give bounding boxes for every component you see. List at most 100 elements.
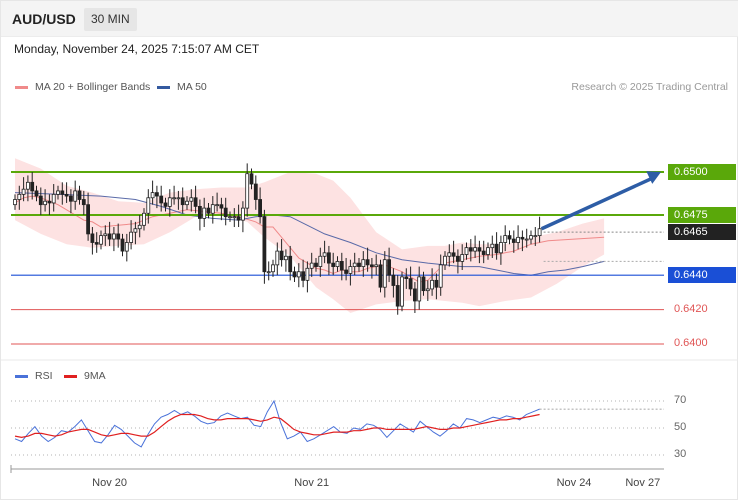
candle — [262, 216, 267, 273]
level-label-0.6500: 0.6500 — [668, 163, 736, 180]
candle — [13, 199, 17, 206]
candle — [228, 216, 232, 219]
candle — [494, 243, 499, 254]
candle — [400, 276, 404, 307]
candle — [17, 193, 22, 200]
candle — [51, 193, 56, 204]
candle — [503, 235, 508, 243]
candle — [279, 250, 284, 261]
candle — [382, 259, 387, 288]
candle — [486, 247, 490, 255]
candle — [425, 288, 430, 292]
candle — [430, 279, 435, 290]
candle — [507, 235, 512, 240]
candle — [206, 207, 211, 214]
candle — [236, 216, 241, 221]
candle — [86, 204, 90, 235]
candle — [455, 255, 460, 262]
candle — [283, 255, 288, 261]
candle — [477, 247, 482, 252]
candle — [90, 233, 95, 243]
candle — [498, 242, 503, 254]
legend-rsi: RSI — [15, 370, 53, 382]
candle — [25, 181, 30, 190]
candle — [443, 255, 447, 266]
candle — [133, 228, 138, 233]
candle — [180, 197, 185, 206]
candle — [185, 200, 189, 206]
candle — [154, 192, 159, 197]
candle — [292, 271, 297, 278]
candle — [417, 276, 422, 302]
candle — [378, 264, 383, 288]
candle — [30, 181, 35, 192]
price-chart — [1, 158, 738, 473]
candle — [421, 276, 426, 292]
candle — [163, 202, 168, 207]
candle — [331, 262, 336, 267]
candle — [99, 235, 103, 245]
candle — [219, 204, 224, 209]
candle — [56, 190, 60, 195]
candle — [34, 190, 39, 197]
candle — [339, 261, 344, 271]
candle — [314, 262, 318, 267]
candle — [529, 235, 533, 240]
candle — [451, 252, 456, 257]
candle — [438, 264, 443, 288]
candle — [73, 190, 78, 202]
candle — [249, 173, 254, 185]
candle — [197, 205, 202, 219]
rsi-ma-legend-label: 9MA — [84, 370, 106, 382]
candle — [43, 200, 47, 206]
chart-widget: AUD/USD 30 MIN Monday, November 24, 2025… — [0, 0, 738, 500]
level-label-0.6400: 0.6400 — [674, 336, 708, 349]
candle — [167, 197, 172, 207]
candle — [223, 207, 228, 218]
candle — [296, 271, 301, 278]
candle — [301, 271, 306, 281]
candle — [120, 238, 125, 252]
rsi-tick-30: 30 — [674, 448, 687, 460]
candle — [322, 252, 327, 257]
candle — [189, 197, 194, 202]
candle — [232, 216, 237, 219]
candle — [210, 204, 215, 214]
candle — [348, 266, 353, 274]
rsi-legend-label: RSI — [35, 370, 53, 382]
rsi-tick-70: 70 — [674, 394, 687, 406]
candle — [77, 190, 82, 200]
candle — [69, 195, 73, 202]
candle — [447, 252, 452, 257]
candle — [352, 262, 357, 267]
x-tick-label: Nov 21 — [294, 477, 330, 489]
candle — [275, 250, 280, 266]
candle — [408, 278, 413, 290]
rsi-ma-swatch — [64, 374, 77, 378]
candle — [103, 233, 108, 237]
candle — [537, 228, 542, 237]
candle — [464, 247, 469, 255]
candle — [47, 200, 52, 204]
candle — [142, 212, 146, 226]
candle — [81, 199, 86, 206]
level-label-0.6475: 0.6475 — [668, 206, 736, 223]
candle — [361, 259, 366, 267]
candle — [64, 193, 69, 197]
candle — [468, 247, 473, 252]
candle — [193, 197, 198, 207]
candle — [137, 224, 142, 230]
candle — [481, 250, 486, 255]
candle — [21, 188, 26, 195]
rsi-tick-50: 50 — [674, 421, 687, 433]
candle — [516, 236, 520, 243]
candle — [434, 279, 439, 288]
candle — [391, 274, 396, 286]
candle — [318, 255, 323, 267]
candle — [520, 236, 525, 240]
candle — [258, 199, 263, 218]
candle — [387, 259, 392, 276]
candle — [395, 285, 400, 307]
candle — [309, 262, 314, 269]
bollinger-band — [15, 158, 605, 313]
